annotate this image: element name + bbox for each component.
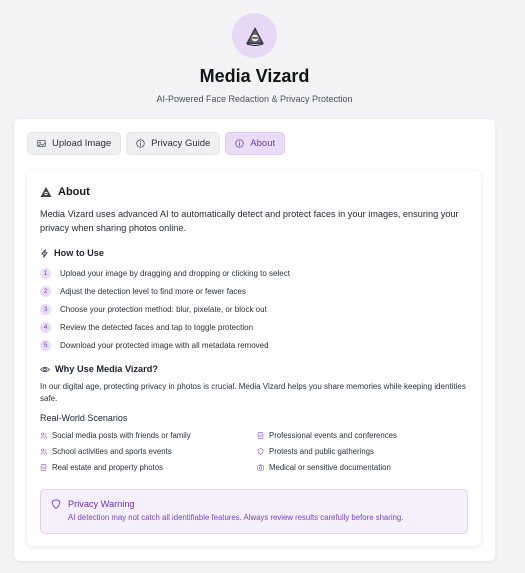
list-item: Protests and public gatherings	[257, 443, 457, 459]
step-number: 3	[40, 303, 51, 315]
eye-icon	[40, 366, 50, 372]
why-heading: Why Use Media Vizard?	[40, 364, 468, 374]
tab-bar: Upload Image Privacy Guide About	[27, 132, 286, 155]
scenario-text: Protests and public gatherings	[269, 446, 374, 456]
tab-privacy-guide[interactable]: Privacy Guide	[126, 132, 221, 155]
main-card: Upload Image Privacy Guide About About M…	[14, 119, 495, 561]
scenario-text: Social media posts with friends or famil…	[52, 430, 191, 440]
warning-text: AI detection may not catch all identifia…	[68, 513, 404, 522]
step-text: Review the detected faces and tap to tog…	[60, 322, 254, 332]
list-item: 3 Choose your protection method: blur, p…	[40, 300, 468, 318]
step-number: 5	[40, 339, 51, 351]
image-icon	[37, 139, 46, 148]
warning-title: Privacy Warning	[68, 499, 135, 509]
tab-upload-image[interactable]: Upload Image	[27, 132, 122, 155]
scenario-text: Professional events and conferences	[269, 430, 397, 440]
about-title: About	[58, 185, 90, 198]
list-item: 2 Adjust the detection level to find mor…	[40, 282, 468, 300]
privacy-warning: Privacy Warning AI detection may not cat…	[40, 489, 468, 534]
wizard-icon	[40, 186, 52, 197]
list-item: Social media posts with friends or famil…	[40, 427, 257, 443]
how-to-use-heading: How to Use	[40, 248, 468, 258]
list-item: Medical or sensitive documentation	[257, 459, 457, 475]
info-circle-icon	[235, 139, 244, 148]
tab-label: About	[250, 138, 276, 149]
lightning-icon	[41, 248, 48, 258]
scenario-text: Real estate and property photos	[52, 462, 163, 472]
building-icon	[40, 463, 47, 471]
camera-icon	[257, 464, 264, 470]
list-item: 4 Review the detected faces and tap to t…	[40, 318, 468, 336]
list-item: Professional events and conferences	[257, 427, 457, 443]
app-subtitle: AI-Powered Face Redaction & Privacy Prot…	[156, 94, 353, 104]
app-title: Media Vizard	[199, 66, 310, 86]
step-text: Choose your protection method: blur, pix…	[60, 304, 267, 314]
tab-label: Privacy Guide	[151, 138, 211, 149]
info-icon	[136, 139, 145, 148]
shield-icon	[257, 447, 264, 455]
building-icon	[257, 431, 264, 439]
scenario-text: School activities and sports events	[52, 446, 172, 456]
why-label: Why Use Media Vizard?	[55, 364, 158, 374]
scenarios-list: Social media posts with friends or famil…	[40, 427, 468, 475]
step-number: 2	[40, 285, 51, 297]
step-text: Upload your image by dragging and droppi…	[60, 268, 290, 278]
scenario-text: Medical or sensitive documentation	[269, 462, 391, 472]
list-item: 1 Upload your image by dragging and drop…	[40, 264, 468, 282]
scenarios-title: Real-World Scenarios	[40, 413, 128, 423]
users-icon	[40, 448, 47, 455]
list-item: 5 Download your protected image with all…	[40, 336, 468, 354]
about-panel: About Media Vizard uses advanced AI to a…	[27, 171, 481, 546]
step-number: 1	[40, 267, 51, 279]
step-text: Adjust the detection level to find more …	[60, 286, 246, 296]
users-icon	[40, 432, 47, 439]
why-text: In our digital age, protecting privacy i…	[40, 382, 466, 403]
list-item: Real estate and property photos	[40, 459, 257, 475]
steps-list: 1 Upload your image by dragging and drop…	[40, 264, 468, 354]
about-intro: Media Vizard uses advanced AI to automat…	[40, 209, 459, 233]
how-to-use-label: How to Use	[54, 248, 105, 258]
step-number: 4	[40, 321, 51, 333]
app-logo	[232, 13, 277, 58]
list-item: School activities and sports events	[40, 443, 257, 459]
tab-label: Upload Image	[52, 138, 112, 149]
tab-about[interactable]: About	[225, 132, 286, 155]
wizard-icon	[245, 26, 264, 46]
step-text: Download your protected image with all m…	[60, 340, 269, 350]
shield-icon	[51, 499, 61, 509]
